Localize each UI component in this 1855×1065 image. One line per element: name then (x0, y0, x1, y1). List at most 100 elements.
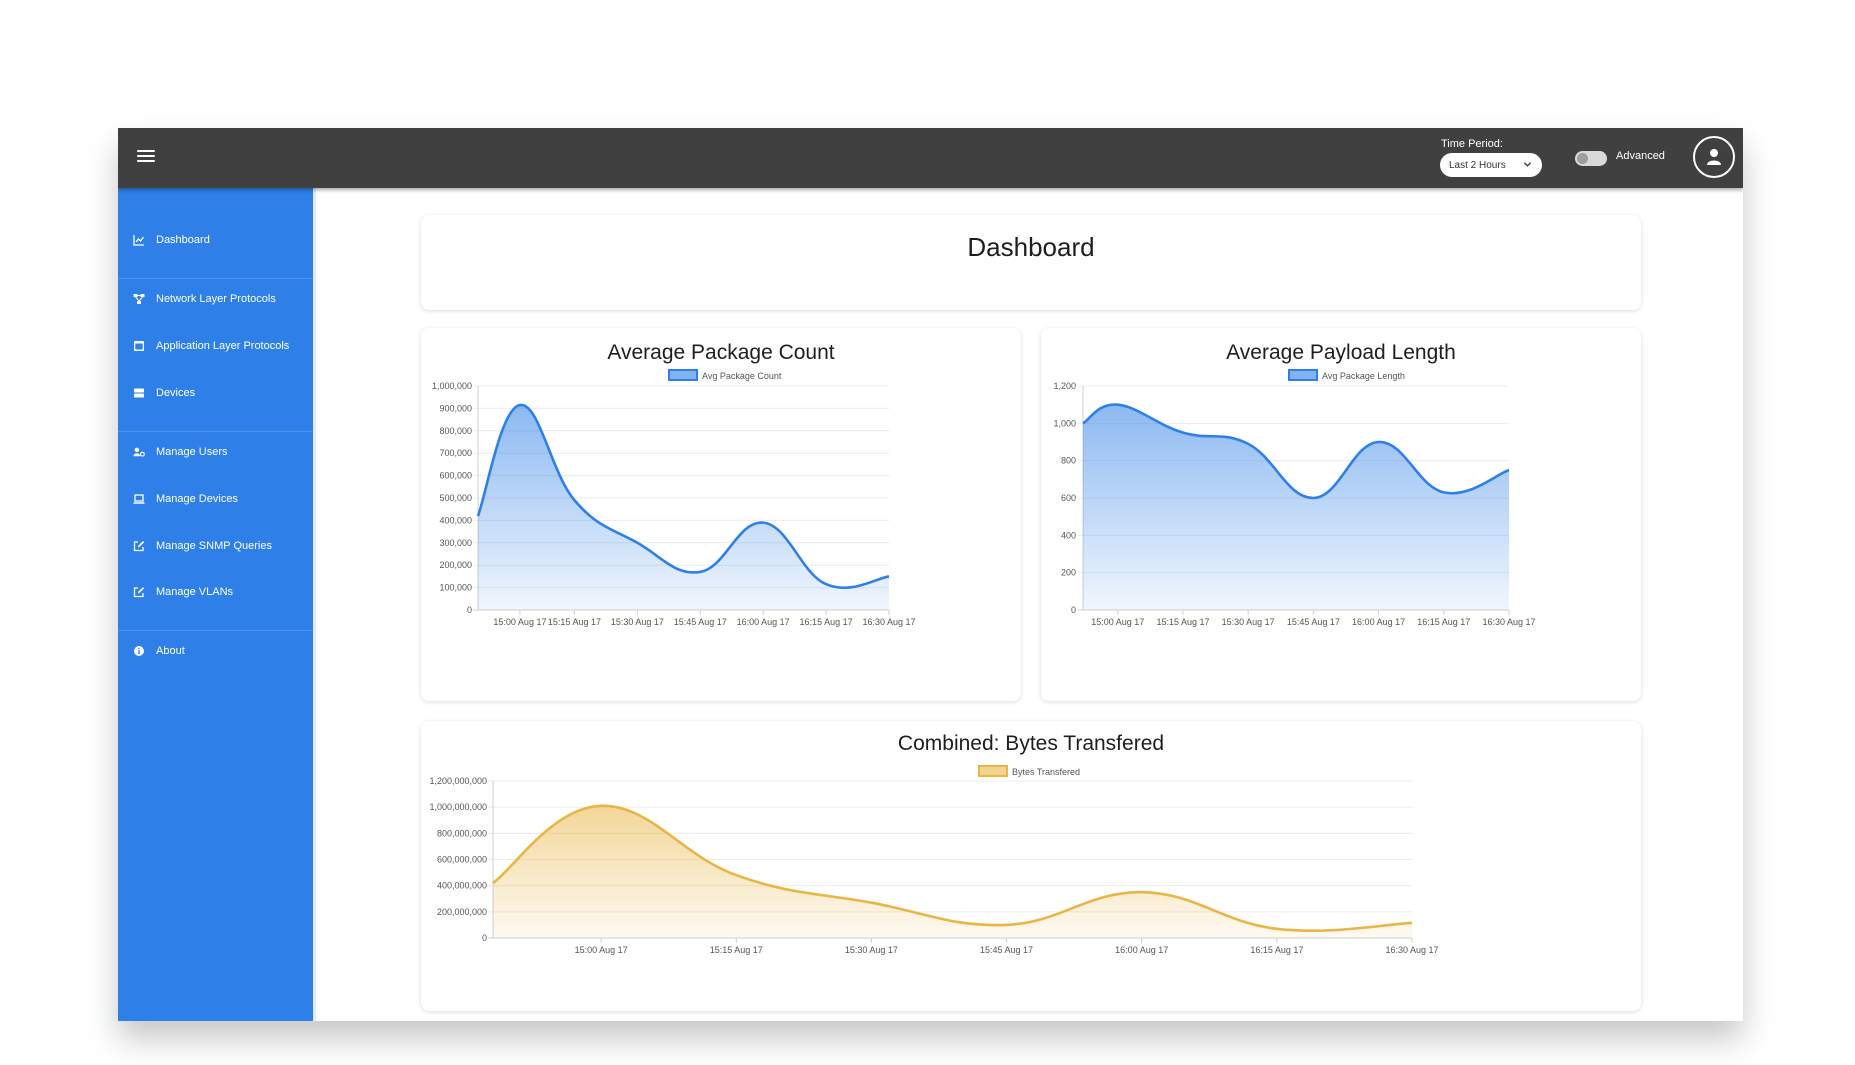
y-tick-label: 0 (482, 933, 487, 943)
advanced-toggle[interactable] (1575, 151, 1607, 166)
y-tick-label: 900,000 (439, 403, 472, 413)
window-icon (134, 341, 144, 351)
y-tick-label: 400,000,000 (437, 881, 487, 891)
y-tick-label: 500,000 (439, 493, 472, 503)
y-tick-label: 600 (1061, 493, 1076, 503)
y-tick-label: 0 (1071, 605, 1076, 615)
x-tick-label: 15:45 Aug 17 (980, 945, 1033, 955)
x-tick-label: 16:15 Aug 17 (1250, 945, 1303, 955)
sidebar-item-about[interactable]: About (118, 636, 313, 666)
app-window: Time Period: Last 2 Hours Advanced Dashb… (118, 128, 1743, 1021)
series-area (493, 805, 1412, 938)
edit-icon (133, 587, 145, 598)
advanced-label: Advanced (1616, 150, 1665, 162)
x-tick-label: 15:30 Aug 17 (1222, 617, 1275, 627)
user-cog-icon (133, 447, 145, 457)
sidebar-item-label: Devices (156, 387, 196, 399)
x-tick-label: 16:30 Aug 17 (862, 617, 915, 627)
y-tick-label: 1,200,000,000 (429, 776, 487, 786)
y-tick-label: 700,000 (439, 448, 472, 458)
y-tick-label: 1,200 (1053, 381, 1076, 391)
x-tick-label: 16:00 Aug 17 (737, 617, 790, 627)
sidebar-item-label: Manage SNMP Queries (156, 540, 272, 552)
time-period-value: Last 2 Hours (1449, 159, 1506, 171)
sidebar-item-label: Network Layer Protocols (156, 293, 276, 305)
legend-swatch (1288, 369, 1318, 381)
sidebar-item-manage-devices[interactable]: Manage Devices (118, 484, 313, 514)
y-tick-label: 600,000,000 (437, 855, 487, 865)
x-tick-label: 16:30 Aug 17 (1482, 617, 1535, 627)
laptop-icon (133, 494, 145, 504)
y-tick-label: 400 (1061, 530, 1076, 540)
x-tick-label: 15:30 Aug 17 (845, 945, 898, 955)
server-icon (134, 388, 144, 398)
sidebar-divider (118, 278, 313, 279)
x-tick-label: 15:00 Aug 17 (575, 945, 628, 955)
x-tick-label: 16:00 Aug 17 (1352, 617, 1405, 627)
sidebar-divider (118, 630, 313, 631)
sidebar-item-label: Manage Users (156, 446, 228, 458)
sidebar-item-dashboard[interactable]: Dashboard (118, 225, 313, 255)
package-count-chart: 1,000,000 900,000 800,000 700,000 600,000 500… (432, 369, 916, 627)
sidebar-item-label: Manage VLANs (156, 586, 234, 598)
x-tick-label: 15:00 Aug 17 (493, 617, 546, 627)
x-tick-label: 15:00 Aug 17 (1091, 617, 1144, 627)
x-tick-label: 16:15 Aug 17 (1417, 617, 1470, 627)
edit-icon (133, 541, 145, 552)
y-tick-label: 1,000 (1053, 418, 1076, 428)
toggle-knob (1577, 153, 1588, 164)
chevron-down-icon (1523, 162, 1532, 167)
hamburger-menu-icon[interactable] (137, 147, 155, 167)
y-tick-label: 200 (1061, 568, 1076, 578)
x-tick-label: 15:30 Aug 17 (611, 617, 664, 627)
y-tick-label: 1,000,000 (432, 381, 472, 391)
y-tick-label: 300,000 (439, 538, 472, 548)
user-icon (1707, 149, 1721, 165)
sidebar-divider (118, 431, 313, 432)
bytes-transfered-card: Combined: Bytes Transfered 1,200,000,000… (421, 721, 1641, 1011)
sidebar-item-label: Manage Devices (156, 493, 238, 505)
info-icon (134, 646, 144, 656)
y-tick-label: 1,000,000,000 (429, 802, 487, 812)
x-tick-label: 16:30 Aug 17 (1385, 945, 1438, 955)
sidebar-item-manage-vlans[interactable]: Manage VLANs (118, 577, 313, 607)
sidebar: Dashboard Network Layer Protocols Applic… (118, 188, 316, 1021)
sidebar-item-manage-users[interactable]: Manage Users (118, 437, 313, 467)
x-tick-label: 15:15 Aug 17 (1156, 617, 1209, 627)
x-tick-label: 15:45 Aug 17 (1287, 617, 1340, 627)
sidebar-item-label: About (156, 645, 185, 657)
series-area (1083, 404, 1509, 610)
y-tick-label: 800,000,000 (437, 828, 487, 838)
y-tick-label: 800,000 (439, 426, 472, 436)
y-tick-label: 400,000 (439, 515, 472, 525)
legend-label: Avg Package Length (1322, 371, 1405, 381)
time-period-label: Time Period: (1441, 138, 1503, 150)
x-tick-label: 15:15 Aug 17 (710, 945, 763, 955)
series-area (478, 404, 889, 610)
payload-length-card: Average Payload Length 1,200 1,000 800 600 4… (1041, 328, 1641, 701)
x-tick-label: 16:15 Aug 17 (800, 617, 853, 627)
user-avatar-button[interactable] (1693, 136, 1735, 178)
x-tick-label: 15:45 Aug 17 (674, 617, 727, 627)
time-period-control: Time Period: Last 2 Hours (1440, 138, 1542, 177)
dashboard-title-card: Dashboard (421, 215, 1641, 310)
page-title: Dashboard (967, 232, 1095, 262)
y-tick-label: 600,000 (439, 471, 472, 481)
network-icon (133, 294, 145, 304)
package-count-card: Average Package Count 1,000,000 900,000 80… (421, 328, 1021, 701)
payload-length-chart: 1,200 1,000 800 600 400 200 0 15:00 Aug 17 15:15… (1053, 369, 1536, 627)
sidebar-item-application-layer-protocols[interactable]: Application Layer Protocols (118, 331, 313, 361)
y-tick-label: 100,000 (439, 583, 472, 593)
sidebar-item-manage-snmp-queries[interactable]: Manage SNMP Queries (118, 531, 313, 561)
legend-label: Bytes Transfered (1012, 767, 1080, 777)
sidebar-item-network-layer-protocols[interactable]: Network Layer Protocols (118, 284, 313, 314)
x-tick-label: 15:15 Aug 17 (548, 617, 601, 627)
bytes-transfered-chart: 1,200,000,000 1,000,000,000 800,000,000 600… (429, 765, 1439, 955)
time-period-select[interactable]: Last 2 Hours (1440, 153, 1542, 177)
legend-label: Avg Package Count (702, 371, 782, 381)
sidebar-item-label: Dashboard (156, 234, 210, 246)
top-bar: Time Period: Last 2 Hours Advanced (118, 128, 1743, 188)
sidebar-item-devices[interactable]: Devices (118, 378, 313, 408)
x-tick-label: 16:00 Aug 17 (1115, 945, 1168, 955)
y-tick-label: 0 (467, 605, 472, 615)
